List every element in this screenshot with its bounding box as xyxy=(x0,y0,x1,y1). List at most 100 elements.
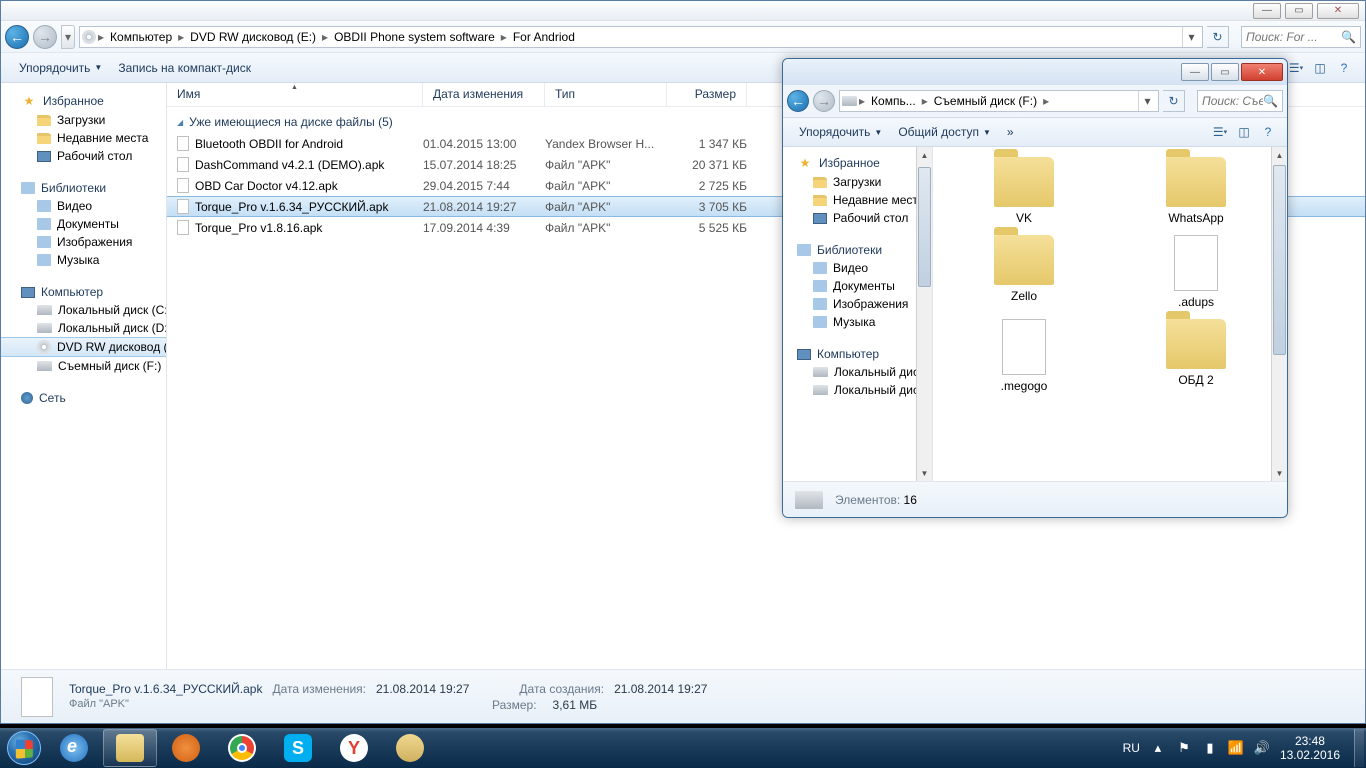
sec-address-dropdown[interactable]: ▾ xyxy=(1138,91,1156,111)
item-tile[interactable]: ОБД 2 xyxy=(1115,319,1277,393)
sec-nav-drive-c[interactable]: Локальный диск (C:) xyxy=(783,363,932,381)
address-bar[interactable]: ▸ Компьютер ▸ DVD RW дисковод (E:) ▸ OBD… xyxy=(79,26,1203,48)
breadcrumb-sep[interactable]: ▸ xyxy=(176,30,186,44)
taskbar-chrome[interactable] xyxy=(215,729,269,767)
forward-button[interactable]: → xyxy=(33,25,57,49)
scroll-up-icon[interactable]: ▲ xyxy=(917,147,932,163)
taskbar-skype[interactable]: S xyxy=(271,729,325,767)
taskbar-explorer[interactable] xyxy=(103,729,157,767)
scroll-thumb[interactable] xyxy=(1273,165,1286,355)
scroll-down-icon[interactable]: ▼ xyxy=(917,465,932,481)
tray-volume-icon[interactable]: 🔊 xyxy=(1254,740,1270,756)
sec-nav-favorites[interactable]: ★Избранное xyxy=(783,153,932,173)
help-button[interactable]: ? xyxy=(1333,57,1355,79)
back-button[interactable]: ← xyxy=(5,25,29,49)
nav-music[interactable]: Музыка xyxy=(1,251,166,269)
nav-favorites[interactable]: ★Избранное xyxy=(1,91,166,111)
scroll-up-icon[interactable]: ▲ xyxy=(1272,147,1287,163)
item-tile[interactable]: .megogo xyxy=(943,319,1105,393)
sec-search-input[interactable] xyxy=(1202,94,1263,108)
nav-pictures[interactable]: Изображения xyxy=(1,233,166,251)
preview-pane-button[interactable]: ◫ xyxy=(1309,57,1331,79)
taskbar-paint[interactable] xyxy=(383,729,437,767)
address-dropdown[interactable]: ▾ xyxy=(1182,27,1200,47)
sec-more-button[interactable]: » xyxy=(999,121,1022,143)
nav-drive-f[interactable]: Съемный диск (F:) xyxy=(1,357,166,375)
minimize-button[interactable]: — xyxy=(1253,3,1281,19)
refresh-button[interactable]: ↻ xyxy=(1207,26,1229,48)
show-desktop-button[interactable] xyxy=(1354,729,1364,767)
breadcrumb[interactable]: For Andriod xyxy=(509,30,579,44)
breadcrumb[interactable]: Съемный диск (F:) xyxy=(930,94,1041,108)
breadcrumb-sep[interactable]: ▸ xyxy=(320,30,330,44)
nav-documents[interactable]: Документы xyxy=(1,215,166,233)
breadcrumb-sep[interactable]: ▸ xyxy=(499,30,509,44)
col-size[interactable]: Размер xyxy=(667,83,747,106)
breadcrumb[interactable]: Компьютер xyxy=(106,30,176,44)
breadcrumb-sep[interactable]: ▸ xyxy=(857,94,867,108)
sec-share-button[interactable]: Общий доступ▼ xyxy=(890,121,999,143)
nav-drive-d[interactable]: Локальный диск (D:) xyxy=(1,319,166,337)
sec-nav-documents[interactable]: Документы xyxy=(783,277,932,295)
nav-recent[interactable]: Недавние места xyxy=(1,129,166,147)
sec-nav-scrollbar[interactable]: ▲ ▼ xyxy=(916,147,932,481)
tray-network-icon[interactable]: ▮ xyxy=(1202,740,1218,756)
col-name[interactable]: Имя xyxy=(167,83,423,106)
sec-back-button[interactable]: ← xyxy=(787,90,809,112)
search-box[interactable]: 🔍 xyxy=(1241,26,1361,48)
sec-nav-computer[interactable]: Компьютер xyxy=(783,345,932,363)
sec-nav-recent[interactable]: Недавние места xyxy=(783,191,932,209)
nav-libraries[interactable]: Библиотеки xyxy=(1,179,166,197)
sec-preview-pane-button[interactable]: ◫ xyxy=(1233,121,1255,143)
col-type[interactable]: Тип xyxy=(545,83,667,106)
tray-wifi-icon[interactable]: 📶 xyxy=(1228,740,1244,756)
sec-nav-pictures[interactable]: Изображения xyxy=(783,295,932,313)
nav-videos[interactable]: Видео xyxy=(1,197,166,215)
item-tile[interactable]: WhatsApp xyxy=(1115,157,1277,225)
sec-help-button[interactable]: ? xyxy=(1257,121,1279,143)
sec-minimize-button[interactable]: — xyxy=(1181,63,1209,81)
organize-button[interactable]: Упорядочить▼ xyxy=(11,57,110,79)
scroll-thumb[interactable] xyxy=(918,167,931,287)
nav-drive-c[interactable]: Локальный диск (C:) xyxy=(1,301,166,319)
sec-close-button[interactable]: ✕ xyxy=(1241,63,1283,81)
sec-nav-downloads[interactable]: Загрузки xyxy=(783,173,932,191)
taskbar-wmp[interactable] xyxy=(159,729,213,767)
breadcrumb-sep[interactable]: ▸ xyxy=(96,30,106,44)
burn-disc-button[interactable]: Запись на компакт-диск xyxy=(110,57,259,79)
breadcrumb[interactable]: OBDII Phone system software xyxy=(330,30,499,44)
sec-organize-button[interactable]: Упорядочить▼ xyxy=(791,121,890,143)
close-button[interactable]: ✕ xyxy=(1317,3,1359,19)
breadcrumb[interactable]: DVD RW дисковод (E:) xyxy=(186,30,320,44)
item-tile[interactable]: Zello xyxy=(943,235,1105,309)
sec-nav-music[interactable]: Музыка xyxy=(783,313,932,331)
sec-view-mode-button[interactable]: ☰▾ xyxy=(1209,121,1231,143)
sec-address-bar[interactable]: ▸ Компь... ▸ Съемный диск (F:) ▸ ▾ xyxy=(839,90,1159,112)
scroll-down-icon[interactable]: ▼ xyxy=(1272,465,1287,481)
taskbar-ie[interactable] xyxy=(47,729,101,767)
sec-maximize-button[interactable]: ▭ xyxy=(1211,63,1239,81)
sec-nav-libraries[interactable]: Библиотеки xyxy=(783,241,932,259)
nav-drive-e[interactable]: DVD RW дисковод (E:) xyxy=(1,337,166,357)
taskbar-yandex[interactable] xyxy=(327,729,381,767)
item-tile[interactable]: VK xyxy=(943,157,1105,225)
maximize-button[interactable]: ▭ xyxy=(1285,3,1313,19)
sec-items-scrollbar[interactable]: ▲ ▼ xyxy=(1271,147,1287,481)
breadcrumb[interactable]: Компь... xyxy=(867,94,920,108)
nav-downloads[interactable]: Загрузки xyxy=(1,111,166,129)
breadcrumb-sep[interactable]: ▸ xyxy=(1041,94,1051,108)
history-dropdown[interactable]: ▾ xyxy=(61,25,75,49)
nav-desktop[interactable]: Рабочий стол xyxy=(1,147,166,165)
sec-refresh-button[interactable]: ↻ xyxy=(1163,90,1185,112)
sec-nav-desktop[interactable]: Рабочий стол xyxy=(783,209,932,227)
search-input[interactable] xyxy=(1246,30,1341,44)
tray-flag-icon[interactable]: ⚑ xyxy=(1176,740,1192,756)
view-mode-button[interactable]: ☰▾ xyxy=(1285,57,1307,79)
tray-clock[interactable]: 23:48 13.02.2016 xyxy=(1280,734,1340,763)
tray-show-hidden-icon[interactable]: ▴ xyxy=(1150,740,1166,756)
sec-nav-drive-d[interactable]: Локальный диск (D:) xyxy=(783,381,932,399)
item-tile[interactable]: .adups xyxy=(1115,235,1277,309)
start-button[interactable] xyxy=(2,729,46,767)
nav-computer[interactable]: Компьютер xyxy=(1,283,166,301)
breadcrumb-sep[interactable]: ▸ xyxy=(920,94,930,108)
